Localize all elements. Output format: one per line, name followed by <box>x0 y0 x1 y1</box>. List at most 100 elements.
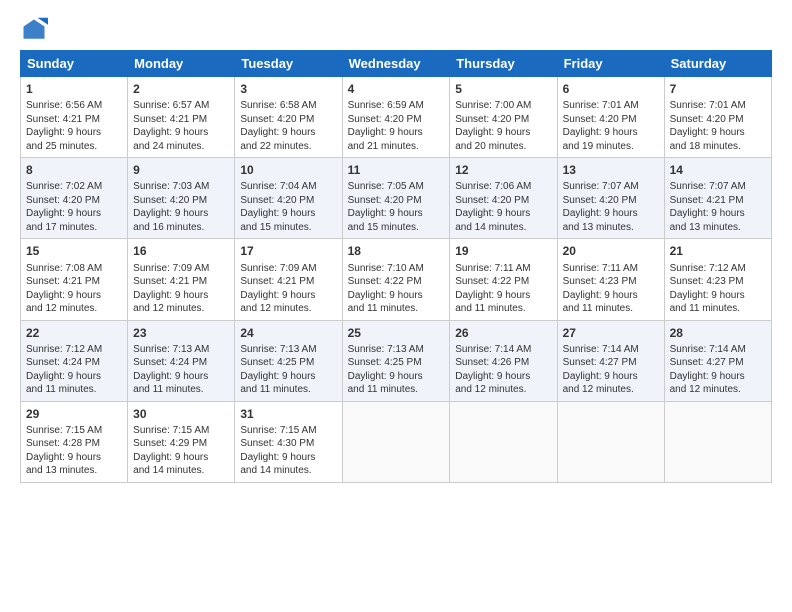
day-info: Daylight: 9 hours <box>240 290 315 301</box>
day-number: 27 <box>563 325 659 341</box>
day-info: and 22 minutes. <box>240 141 311 152</box>
day-info: Sunrise: 7:03 AM <box>133 181 209 192</box>
calendar-week-5: 29Sunrise: 7:15 AMSunset: 4:28 PMDayligh… <box>21 401 772 482</box>
calendar-week-1: 1Sunrise: 6:56 AMSunset: 4:21 PMDaylight… <box>21 77 772 158</box>
calendar-cell: 6Sunrise: 7:01 AMSunset: 4:20 PMDaylight… <box>557 77 664 158</box>
day-info: and 11 minutes. <box>26 384 96 395</box>
calendar-cell: 30 Sunrise: 7:15 AM Sunset: 4:29 PM Dayligh… <box>128 401 235 482</box>
day-info: Daylight: 9 hours <box>348 127 423 138</box>
day-info: Sunset: 4:22 PM <box>348 276 422 287</box>
day-info: Sunrise: 7:01 AM <box>563 100 639 111</box>
day-info: Sunrise: 7:12 AM <box>26 344 102 355</box>
day-info: Sunset: 4:22 PM <box>455 276 529 287</box>
calendar-cell <box>450 401 557 482</box>
day-info: Sunset: 4:25 PM <box>348 357 422 368</box>
logo <box>20 16 52 44</box>
day-info: Sunrise: 7:13 AM <box>133 344 209 355</box>
day-info: Sunset: 4:21 PM <box>133 114 207 125</box>
day-number: 13 <box>563 162 659 178</box>
day-info: Sunrise: 7:14 AM <box>670 344 746 355</box>
calendar-cell <box>557 401 664 482</box>
day-info: Sunrise: 7:15 AM <box>133 425 209 436</box>
day-info: Sunset: 4:20 PM <box>133 195 207 206</box>
calendar-header-monday: Monday <box>128 51 235 77</box>
day-number: 7 <box>670 81 766 97</box>
day-info: and 17 minutes. <box>26 222 97 233</box>
day-info: Sunrise: 6:56 AM <box>26 100 102 111</box>
day-info: and 13 minutes. <box>26 465 97 476</box>
day-info: Sunset: 4:29 PM <box>133 438 207 449</box>
day-number: 5 <box>455 81 551 97</box>
day-number: 19 <box>455 243 551 259</box>
day-info: Daylight: 9 hours <box>670 371 745 382</box>
day-info: Sunset: 4:30 PM <box>240 438 314 449</box>
day-number: 12 <box>455 162 551 178</box>
day-number: 6 <box>563 81 659 97</box>
day-info: Sunset: 4:20 PM <box>240 195 314 206</box>
day-info: Sunrise: 7:07 AM <box>563 181 639 192</box>
day-info: and 11 minutes. <box>348 384 418 395</box>
day-info: and 16 minutes. <box>133 222 204 233</box>
day-info: Sunrise: 7:09 AM <box>240 263 316 274</box>
day-info: Sunset: 4:20 PM <box>563 114 637 125</box>
calendar-cell: 18Sunrise: 7:10 AMSunset: 4:22 PMDayligh… <box>342 239 450 320</box>
day-info: Sunrise: 7:02 AM <box>26 181 102 192</box>
calendar-week-4: 22Sunrise: 7:12 AMSunset: 4:24 PMDayligh… <box>21 320 772 401</box>
day-info: Sunrise: 6:58 AM <box>240 100 316 111</box>
day-info: Sunrise: 7:08 AM <box>26 263 102 274</box>
day-number: 15 <box>26 243 122 259</box>
calendar-cell: 5Sunrise: 7:00 AMSunset: 4:20 PMDaylight… <box>450 77 557 158</box>
day-number: 26 <box>455 325 551 341</box>
day-info: Sunset: 4:21 PM <box>240 276 314 287</box>
day-info: Sunrise: 7:05 AM <box>348 181 424 192</box>
day-info: Sunset: 4:24 PM <box>133 357 207 368</box>
day-info: Sunset: 4:21 PM <box>26 114 100 125</box>
calendar-cell: 19Sunrise: 7:11 AMSunset: 4:22 PMDayligh… <box>450 239 557 320</box>
calendar-cell: 13Sunrise: 7:07 AMSunset: 4:20 PMDayligh… <box>557 158 664 239</box>
day-number: 3 <box>240 81 336 97</box>
day-info: Daylight: 9 hours <box>240 208 315 219</box>
day-info: Daylight: 9 hours <box>670 127 745 138</box>
day-info: and 11 minutes. <box>133 384 203 395</box>
day-number: 25 <box>348 325 445 341</box>
calendar-week-2: 8 Sunrise: 7:02 AM Sunset: 4:20 PM Daylight… <box>21 158 772 239</box>
day-info: Daylight: 9 hours <box>563 208 638 219</box>
day-number: 30 <box>133 406 229 422</box>
day-info: Sunset: 4:21 PM <box>26 276 100 287</box>
day-info: and 13 minutes. <box>670 222 741 233</box>
calendar-cell: 28Sunrise: 7:14 AMSunset: 4:27 PMDayligh… <box>664 320 771 401</box>
day-info: Daylight: 9 hours <box>670 290 745 301</box>
day-info: Daylight: 9 hours <box>348 208 423 219</box>
calendar-cell: 2Sunrise: 6:57 AMSunset: 4:21 PMDaylight… <box>128 77 235 158</box>
calendar-cell: 25Sunrise: 7:13 AMSunset: 4:25 PMDayligh… <box>342 320 450 401</box>
day-number: 23 <box>133 325 229 341</box>
day-info: and 14 minutes. <box>455 222 526 233</box>
day-info: Sunrise: 7:14 AM <box>455 344 531 355</box>
day-info: and 24 minutes. <box>133 141 204 152</box>
day-info: Sunrise: 7:14 AM <box>563 344 639 355</box>
day-info: Sunrise: 7:13 AM <box>240 344 316 355</box>
day-number: 8 <box>26 162 122 178</box>
day-info: and 12 minutes. <box>670 384 741 395</box>
day-info: Sunrise: 7:00 AM <box>455 100 531 111</box>
day-info: Sunset: 4:27 PM <box>670 357 744 368</box>
day-info: Sunset: 4:23 PM <box>563 276 637 287</box>
day-info: Sunset: 4:21 PM <box>133 276 207 287</box>
day-info: Sunrise: 7:15 AM <box>26 425 102 436</box>
day-info: Daylight: 9 hours <box>26 371 101 382</box>
calendar-cell: 14Sunrise: 7:07 AMSunset: 4:21 PMDayligh… <box>664 158 771 239</box>
day-number: 17 <box>240 243 336 259</box>
day-info: and 14 minutes. <box>133 465 204 476</box>
day-info: Sunrise: 7:09 AM <box>133 263 209 274</box>
day-info: Sunset: 4:25 PM <box>240 357 314 368</box>
day-info: Daylight: 9 hours <box>133 452 208 463</box>
calendar-header-wednesday: Wednesday <box>342 51 450 77</box>
day-number: 10 <box>240 162 336 178</box>
day-info: Daylight: 9 hours <box>455 371 530 382</box>
day-info: and 15 minutes. <box>240 222 311 233</box>
calendar-cell: 24Sunrise: 7:13 AMSunset: 4:25 PMDayligh… <box>235 320 342 401</box>
day-info: and 12 minutes. <box>26 303 97 314</box>
day-info: and 12 minutes. <box>563 384 634 395</box>
day-info: and 11 minutes. <box>563 303 633 314</box>
day-info: Sunset: 4:20 PM <box>455 114 529 125</box>
